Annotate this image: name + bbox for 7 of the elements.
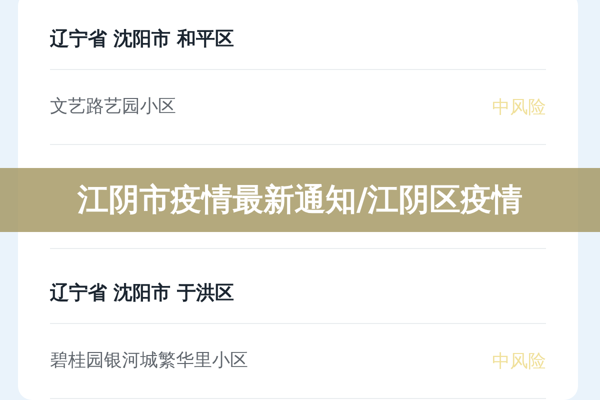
risk-level: 中风险 xyxy=(492,96,546,120)
region-title: 辽宁省 沈阳市 于洪区 xyxy=(50,280,234,306)
banner-title: 江阴市疫情最新通知/江阴区疫情 xyxy=(77,180,523,220)
place-name: 碧桂园银河城繁华里小区 xyxy=(50,348,248,373)
risk-level: 中风险 xyxy=(492,350,546,374)
place-name: 文艺路艺园小区 xyxy=(50,94,176,119)
region-title: 辽宁省 沈阳市 和平区 xyxy=(50,26,234,52)
